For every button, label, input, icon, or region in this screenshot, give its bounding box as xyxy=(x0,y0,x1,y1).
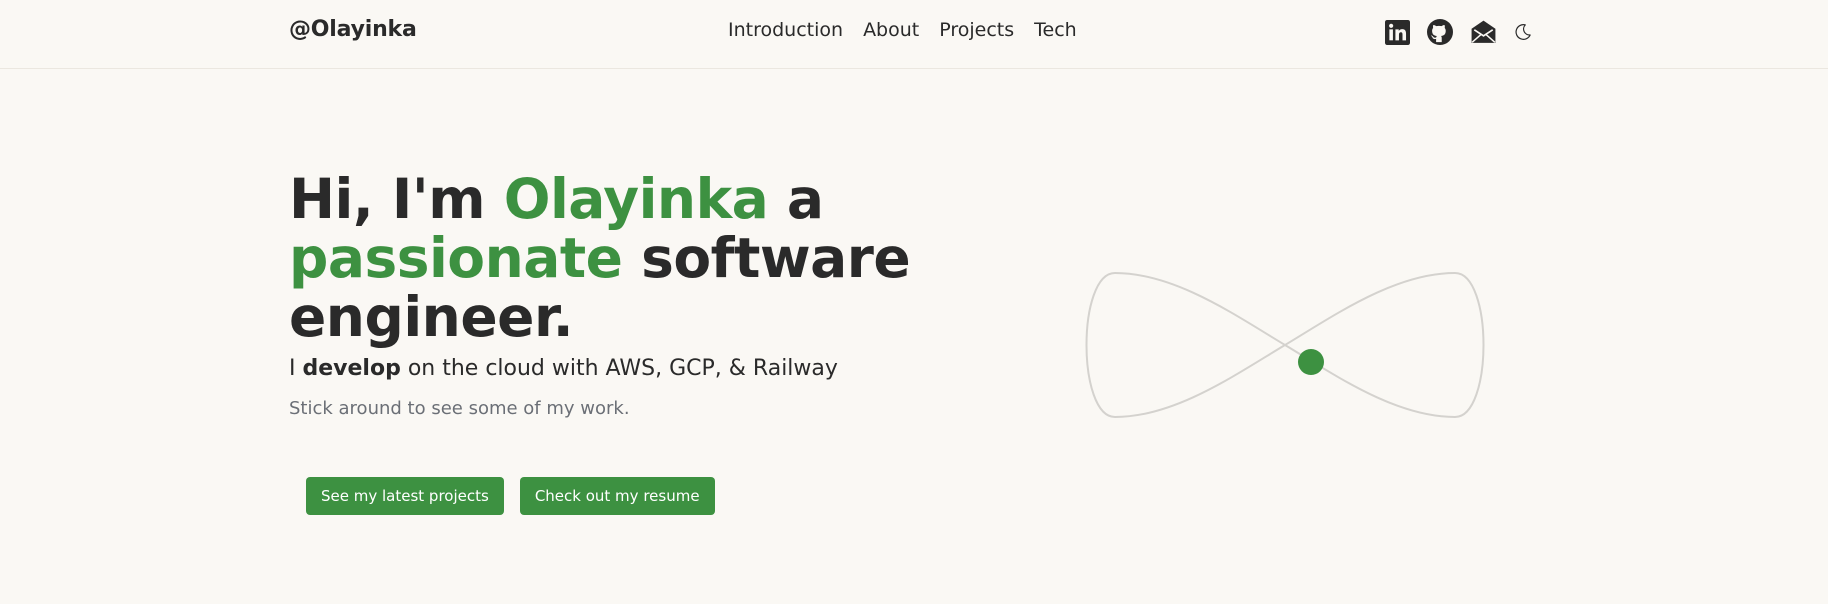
infinity-loop xyxy=(1085,271,1485,419)
subline-suffix: on the cloud with AWS, GCP, & Railway xyxy=(400,356,838,381)
social-icons xyxy=(1385,19,1532,45)
nav-link-introduction[interactable]: Introduction xyxy=(728,19,843,41)
headline-connector: a xyxy=(768,167,824,231)
headline-greeting: Hi, I'm xyxy=(289,167,504,231)
infinity-svg xyxy=(1085,271,1485,419)
nav-link-about[interactable]: About xyxy=(863,19,919,41)
headline-name: Olayinka xyxy=(503,167,769,231)
moon-icon[interactable] xyxy=(1514,23,1532,41)
see-projects-button[interactable]: See my latest projects xyxy=(306,477,504,515)
hero-tagline: Stick around to see some of my work. xyxy=(289,398,630,419)
nav-links: Introduction About Projects Tech xyxy=(728,19,1077,41)
headline-adjective: passionate xyxy=(289,226,623,290)
github-icon[interactable] xyxy=(1427,19,1453,45)
linkedin-icon[interactable] xyxy=(1385,19,1410,45)
infinity-dot xyxy=(1298,349,1324,375)
brand-logo[interactable]: @Olayinka xyxy=(289,17,417,42)
hero-intro: Hi, I'm Olayinka a passionate software e… xyxy=(289,170,929,421)
hero-actions: See my latest projects Check out my resu… xyxy=(306,477,715,515)
resume-button[interactable]: Check out my resume xyxy=(519,477,715,515)
mail-icon[interactable] xyxy=(1470,19,1497,45)
navbar: @Olayinka Introduction About Projects Te… xyxy=(0,0,1828,69)
nav-link-tech[interactable]: Tech xyxy=(1034,19,1077,41)
infinity-animation xyxy=(1075,265,1495,425)
hero-subline: I develop on the cloud with AWS, GCP, & … xyxy=(289,355,929,383)
subline-prefix: I xyxy=(289,356,303,381)
nav-link-projects[interactable]: Projects xyxy=(939,19,1014,41)
subline-bold: develop xyxy=(302,356,401,381)
hero-headline: Hi, I'm Olayinka a passionate software e… xyxy=(289,170,929,347)
